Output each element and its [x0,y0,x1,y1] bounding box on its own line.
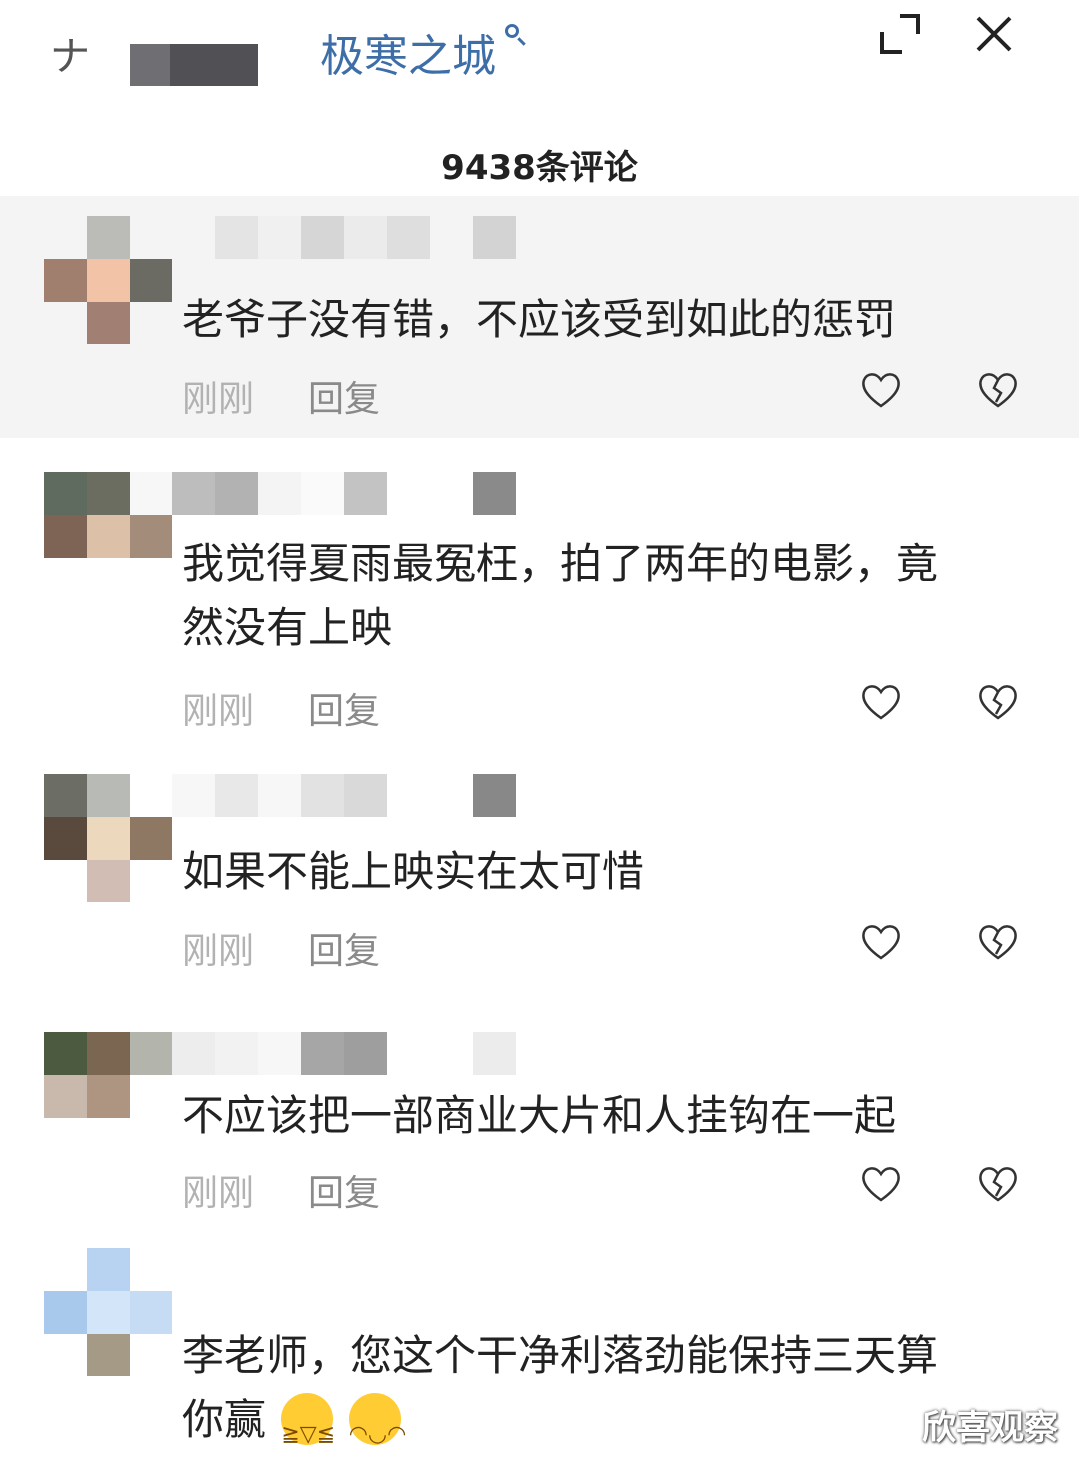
comment-time: 刚刚 [182,1173,255,1214]
reply-button[interactable]: 回复 [308,922,380,974]
heart-icon[interactable] [860,370,902,410]
comment-text: 不应该把一部商业大片和人挂钩在一起 [182,1091,897,1140]
search-query-link[interactable]: 极寒之城 [320,20,496,84]
comment-time: 刚刚 [182,931,255,972]
comment-time: 刚刚 [182,379,255,420]
comment-text: 老爷子没有错，不应该受到如此的惩罚 [182,295,897,344]
broken-heart-icon[interactable] [977,922,1019,962]
comment-item: 如果不能上映实在太可惜 刚刚 回复 [0,760,1079,990]
broken-heart-icon[interactable] [977,370,1019,410]
grinning-emoji: ◠◡◠ [348,1392,406,1447]
comment-count-title: 9438条评论 [441,148,638,188]
rolling-laughing-emoji: ≧▽≦ [281,1392,335,1447]
heart-icon[interactable] [860,1164,902,1204]
broken-heart-icon[interactable] [977,1164,1019,1204]
watermark: 欣喜观察 [922,1408,1058,1448]
blurred-username[interactable] [172,472,516,515]
reply-button[interactable]: 回复 [308,682,380,734]
comment-item: 不应该把一部商业大片和人挂钩在一起 刚刚 回复 [0,1018,1079,1230]
close-icon[interactable] [972,12,1016,56]
comment-item: 我觉得夏雨最冤枉，拍了两年的电影，竟 然没有上映 刚刚 回复 [0,460,1079,750]
avatar[interactable] [44,774,172,902]
avatar[interactable] [44,1248,172,1376]
reply-button[interactable]: 回复 [308,370,380,422]
top-bar: ナ 极寒之城 [0,0,1079,110]
comment-time: 刚刚 [182,691,255,732]
back-glyph[interactable]: ナ [50,24,90,82]
comment-text: 李老师，您这个干净利落劲能保持三天算 你赢 ≧▽≦ ◠◡◠ [182,1331,939,1447]
blurred-username[interactable] [172,1032,516,1075]
blurred-username [130,44,258,86]
reply-button[interactable]: 回复 [308,1164,380,1216]
broken-heart-icon[interactable] [977,682,1019,722]
heart-icon[interactable] [860,922,902,962]
avatar[interactable] [44,472,172,600]
avatar[interactable] [44,1032,172,1160]
blurred-username[interactable] [172,216,516,259]
expand-icon[interactable] [878,12,922,56]
avatar[interactable] [44,216,172,344]
comment-item: 老爷子没有错，不应该受到如此的惩罚 刚刚 回复 [0,196,1079,438]
blurred-username[interactable] [172,774,516,817]
search-icon[interactable] [505,24,519,38]
heart-icon[interactable] [860,682,902,722]
comment-text: 如果不能上映实在太可惜 [182,847,645,896]
comment-item: 李老师，您这个干净利落劲能保持三天算 你赢 ≧▽≦ ◠◡◠ [0,1240,1079,1463]
comment-text: 我觉得夏雨最冤枉，拍了两年的电影，竟 然没有上映 [182,539,939,652]
